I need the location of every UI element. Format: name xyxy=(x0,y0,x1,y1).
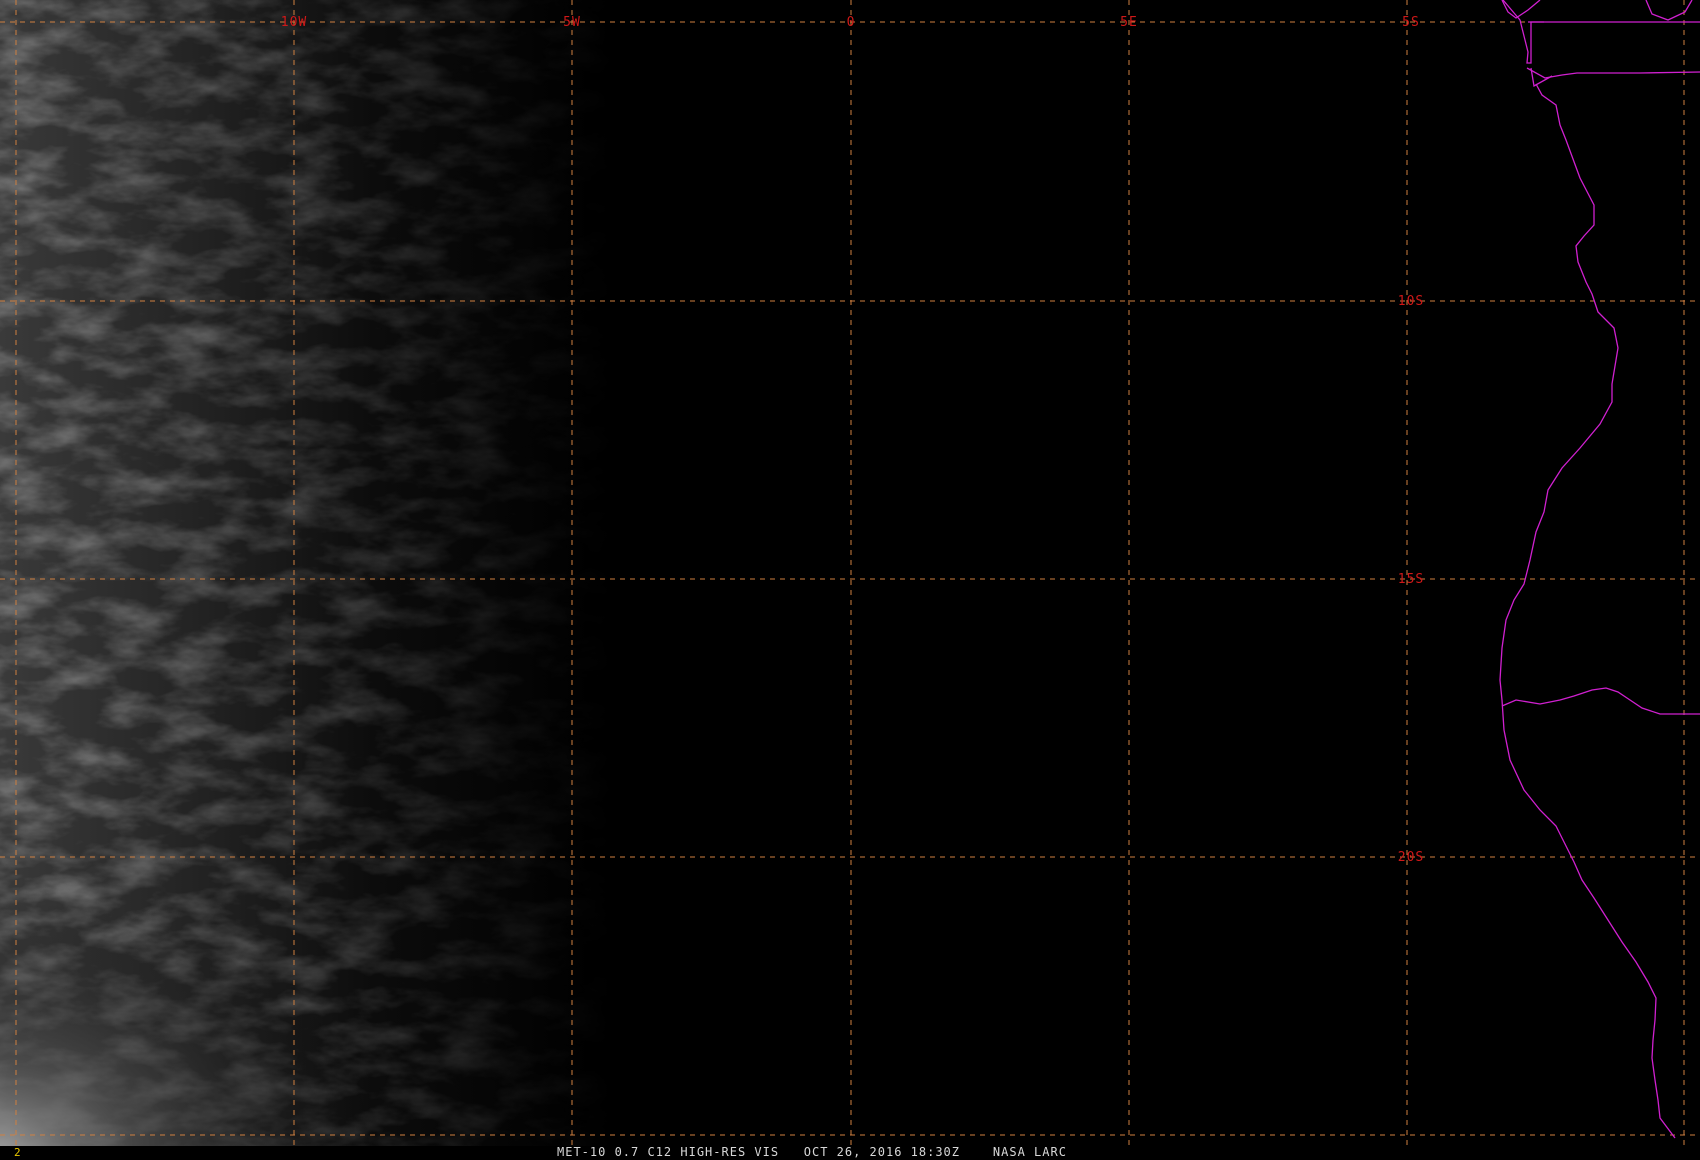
longitude-label: 5E xyxy=(1120,15,1138,30)
latitude-label: 5S xyxy=(1402,15,1420,30)
satellite-map: 10W 5W 0 5E 5S 10S 15S 20S xyxy=(0,0,1700,1146)
frame-number: 2 xyxy=(14,1146,21,1159)
latitude-label: 20S xyxy=(1398,850,1424,865)
latitude-label: 15S xyxy=(1398,572,1424,587)
longitude-label: 10W xyxy=(281,15,307,30)
latitude-label: 10S xyxy=(1398,294,1424,309)
longitude-label: 5W xyxy=(563,15,581,30)
southwest-cloud-bright xyxy=(0,700,700,1146)
longitude-label: 0 xyxy=(847,15,856,30)
image-caption: MET-10 0.7 C12 HIGH-RES VIS OCT 26, 2016… xyxy=(557,1145,1067,1159)
